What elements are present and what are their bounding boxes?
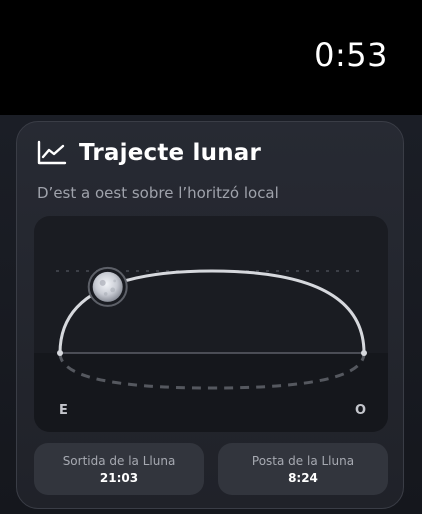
moon-icon [87, 266, 128, 307]
set-point [361, 350, 367, 356]
moon-path-card[interactable]: Trajecte lunar D’est a oest sobre l’hori… [16, 121, 404, 509]
moonset-box: Posta de la Lluna 8:24 [218, 443, 388, 495]
moonrise-label: Sortida de la Lluna [62, 454, 176, 468]
moonset-label: Posta de la Lluna [251, 454, 355, 468]
moonset-time: 8:24 [288, 471, 318, 485]
moonrise-time: 21:03 [99, 471, 139, 485]
clock-time: 0:53 [314, 36, 388, 74]
status-bar: 0:53 [0, 0, 422, 115]
card-title: Trajecte lunar [79, 140, 262, 166]
west-label: O [354, 403, 366, 418]
below-horizon-area [34, 353, 388, 432]
moon-path-diagram: E O [34, 216, 388, 432]
moonrise-box: Sortida de la Lluna 21:03 [34, 443, 204, 495]
rise-point [57, 350, 63, 356]
card-subtitle: D’est a oest sobre l’horitzó local [37, 184, 279, 202]
east-label: E [59, 403, 68, 418]
card-header: Trajecte lunar [37, 140, 261, 166]
line-chart-icon [37, 140, 67, 166]
